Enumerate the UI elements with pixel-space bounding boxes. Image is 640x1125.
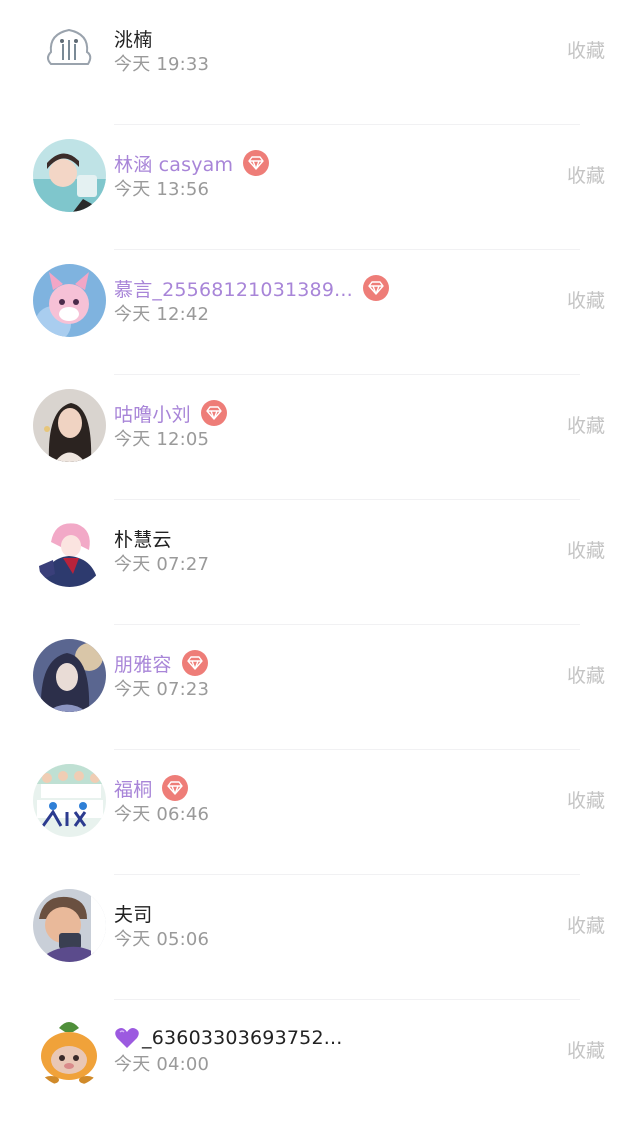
vip-diamond-icon [362,275,389,301]
vip-diamond-icon [162,775,189,801]
avatar-cartoon-logo-icon [33,14,106,87]
avatar-anime-pink-hair-icon [33,514,106,587]
name-line: 朋雅容 [114,649,208,677]
vip-diamond-icon [181,650,208,676]
avatar-woman-photo-icon [33,389,106,462]
collect-button[interactable]: 收藏 [567,36,605,63]
timestamp: 今天 04:00 [114,1054,210,1075]
list-item[interactable]: 林涵 casyam 今天 13:56 收藏 [0,125,640,250]
name-line: 咕噜小刘 [114,399,227,427]
vip-diamond-icon [200,400,227,426]
name-line: 朴慧云 [114,524,172,552]
user-name[interactable]: 朋雅容 [114,650,172,677]
name-line: 慕言_25568121031389... [114,274,389,302]
user-name[interactable]: 夫司 [114,900,152,927]
list-item[interactable]: 福桐 今天 06:46 收藏 [0,750,640,875]
user-name[interactable]: 朴慧云 [114,525,172,552]
collect-button[interactable]: 收藏 [567,661,605,688]
avatar-group-photo-icon [33,764,106,837]
avatar-anime-dark-icon [33,639,106,712]
purple-heart-icon [114,1026,140,1050]
list-item[interactable]: 夫司 今天 05:06 收藏 [0,875,640,1000]
name-line: 夫司 [114,899,152,927]
avatar[interactable] [33,514,106,587]
name-line: 林涵 casyam [114,149,270,177]
timestamp: 今天 05:06 [114,929,210,950]
collect-button[interactable]: 收藏 [567,786,605,813]
follower-list: 洮楠 今天 19:33 收藏 林涵 casyam 今天 13:56 收藏 慕言_… [0,0,640,1094]
avatar-fruit-character-icon [33,1014,106,1087]
avatar[interactable] [33,764,106,837]
avatar-child-photo-icon [33,889,106,962]
user-name[interactable]: 洮楠 [114,25,152,52]
timestamp: 今天 12:05 [114,429,210,450]
list-item[interactable]: 洮楠 今天 19:33 收藏 [0,0,640,125]
list-item[interactable]: _63603303693752... 今天 04:00 收藏 [0,1000,640,1125]
collect-button[interactable]: 收藏 [567,161,605,188]
user-name[interactable]: 慕言_25568121031389... [114,275,353,302]
timestamp: 今天 07:23 [114,679,210,700]
timestamp: 今天 13:56 [114,179,210,200]
timestamp: 今天 12:42 [114,304,210,325]
collect-button[interactable]: 收藏 [567,911,605,938]
list-item[interactable]: 慕言_25568121031389... 今天 12:42 收藏 [0,250,640,375]
user-name[interactable]: 福桐 [114,775,152,802]
avatar-pink-fox-icon [33,264,106,337]
collect-button[interactable]: 收藏 [567,536,605,563]
list-item[interactable]: 咕噜小刘 今天 12:05 收藏 [0,375,640,500]
avatar[interactable] [33,889,106,962]
timestamp: 今天 06:46 [114,804,210,825]
avatar-girl-photo-icon [33,139,106,212]
user-name[interactable]: 林涵 casyam [114,150,233,177]
avatar[interactable] [33,639,106,712]
avatar[interactable] [33,264,106,337]
avatar[interactable] [33,139,106,212]
avatar[interactable] [33,1014,106,1087]
list-item[interactable]: 朋雅容 今天 07:23 收藏 [0,625,640,750]
collect-button[interactable]: 收藏 [567,286,605,313]
timestamp: 今天 07:27 [114,554,210,575]
name-line: 福桐 [114,774,189,802]
vip-diamond-icon [243,150,270,176]
avatar[interactable] [33,389,106,462]
avatar[interactable] [33,14,106,87]
user-name[interactable]: _63603303693752... [142,1027,342,1049]
collect-button[interactable]: 收藏 [567,411,605,438]
user-name[interactable]: 咕噜小刘 [114,400,191,427]
list-item[interactable]: 朴慧云 今天 07:27 收藏 [0,500,640,625]
name-line: 洮楠 [114,24,152,52]
timestamp: 今天 19:33 [114,54,210,75]
name-line: _63603303693752... [114,1024,342,1052]
collect-button[interactable]: 收藏 [567,1036,605,1063]
